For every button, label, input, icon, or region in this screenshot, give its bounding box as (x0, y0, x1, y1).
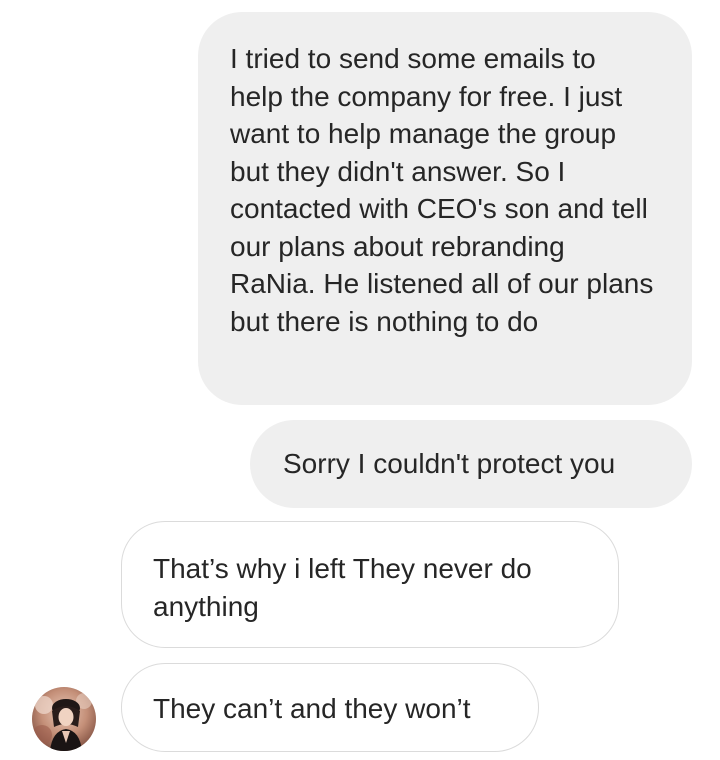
sent-message-bubble[interactable]: Sorry I couldn't protect you (250, 420, 692, 508)
received-message-bubble[interactable]: They can’t and they won’t (121, 663, 539, 752)
message-text: They can’t and they won’t (153, 693, 471, 724)
contact-avatar[interactable] (32, 687, 96, 751)
sent-message-bubble[interactable]: I tried to send some emails to help the … (198, 12, 692, 405)
received-message-bubble[interactable]: That’s why i left They never do anything (121, 521, 619, 648)
message-text: That’s why i left They never do anything (153, 553, 532, 622)
message-text: Sorry I couldn't protect you (283, 448, 616, 479)
avatar-photo-icon (32, 687, 96, 751)
message-text: I tried to send some emails to help the … (230, 43, 654, 337)
message-thread: I tried to send some emails to help the … (0, 0, 720, 760)
